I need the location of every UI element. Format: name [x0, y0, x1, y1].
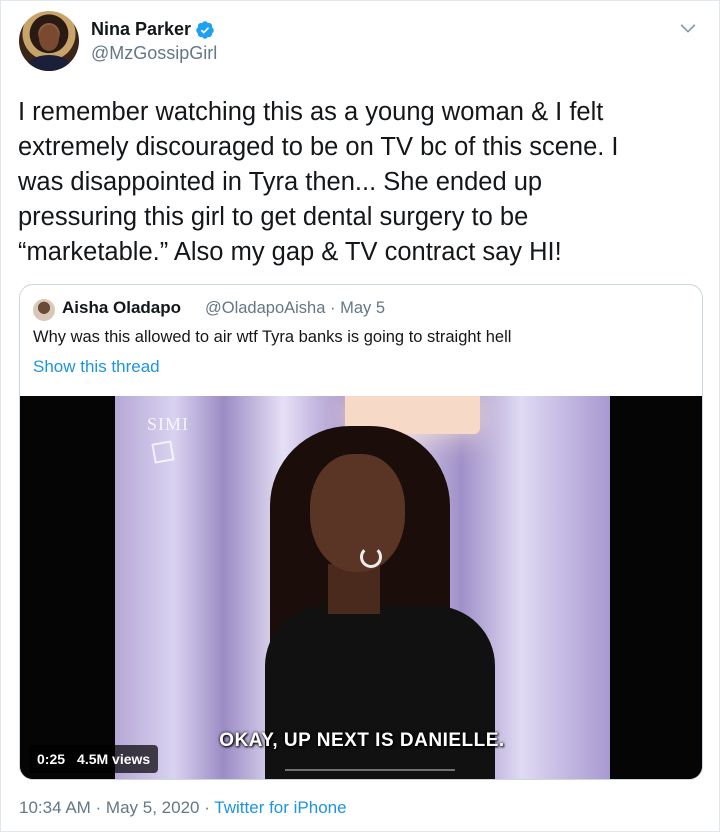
quoted-author-name[interactable]: Aisha Oladapo — [62, 298, 181, 318]
video-letterbox-right — [610, 396, 702, 779]
author-name[interactable]: Nina Parker — [91, 19, 191, 40]
person-earring — [360, 546, 382, 568]
author-handle[interactable]: @MzGossipGirl — [91, 43, 217, 64]
quoted-tweet-text: Why was this allowed to air wtf Tyra ban… — [33, 328, 512, 346]
video-duration: 0:25 — [37, 751, 66, 767]
quoted-author-avatar[interactable] — [33, 299, 55, 321]
video-views: 4.5M views — [77, 751, 151, 767]
avatar-shoulders — [27, 55, 71, 71]
chevron-down-icon[interactable] — [677, 17, 699, 39]
tweet-source-link[interactable]: Twitter for iPhone — [214, 798, 346, 817]
avatar-face — [39, 25, 59, 51]
video-frame — [115, 396, 610, 779]
author-avatar[interactable] — [19, 11, 79, 71]
video-watermark: SIMI — [147, 414, 190, 434]
video-letterbox-left — [20, 396, 115, 779]
tweet-footer: 10:34 AM · May 5, 2020 · Twitter for iPh… — [19, 798, 347, 818]
person-torso — [265, 606, 495, 779]
person-face — [310, 454, 405, 572]
tweet-card: Nina Parker @MzGossipGirl I remember wat… — [0, 0, 720, 832]
video-progress-bar[interactable] — [285, 769, 455, 771]
video-meta-badge: 0:25 4.5M views — [29, 745, 159, 773]
verified-badge-icon — [196, 21, 214, 39]
video-player[interactable]: SIMI OKAY, UP NEXT IS DANIELLE. 0:25 4.5… — [20, 396, 702, 779]
watermark-logo-icon — [151, 440, 175, 464]
quoted-author-handle-date: @OladapoAisha · May 5 — [205, 299, 386, 317]
tweet-text: I remember watching this as a young woma… — [18, 98, 619, 266]
tweet-timestamp[interactable]: 10:34 AM · May 5, 2020 · — [19, 798, 214, 817]
quoted-tweet[interactable]: Aisha Oladapo @OladapoAisha · May 5 Why … — [19, 284, 703, 780]
show-thread-link[interactable]: Show this thread — [33, 357, 160, 377]
